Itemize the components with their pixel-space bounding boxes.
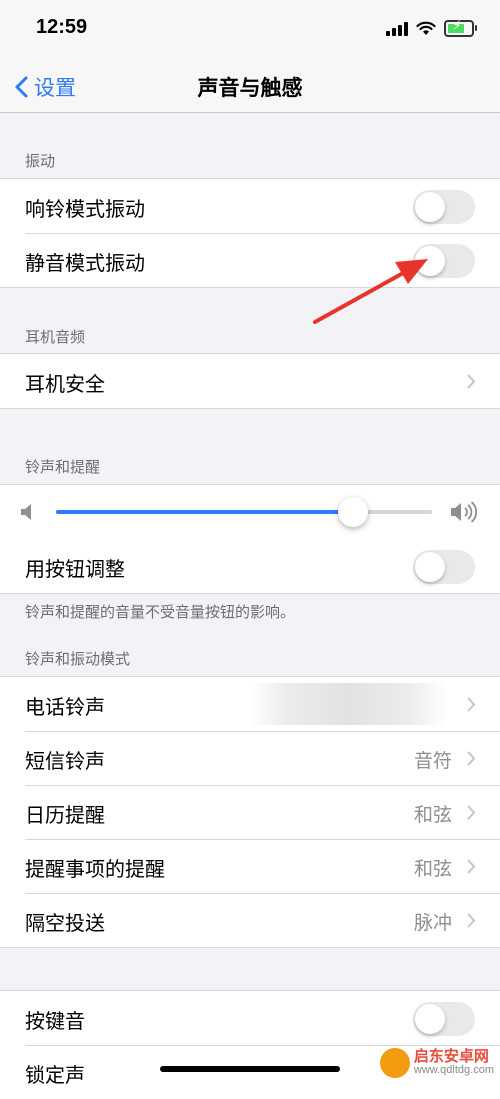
annotation-arrow-icon [313, 259, 428, 324]
home-indicator[interactable] [160, 1066, 340, 1072]
watermark-url: www.qdltdg.com [413, 1064, 494, 1077]
watermark-logo-icon [379, 1048, 410, 1078]
watermark: 启东安卓网 www.qdltdg.com [379, 1047, 494, 1078]
watermark-name: 启东安卓网 [413, 1047, 489, 1066]
